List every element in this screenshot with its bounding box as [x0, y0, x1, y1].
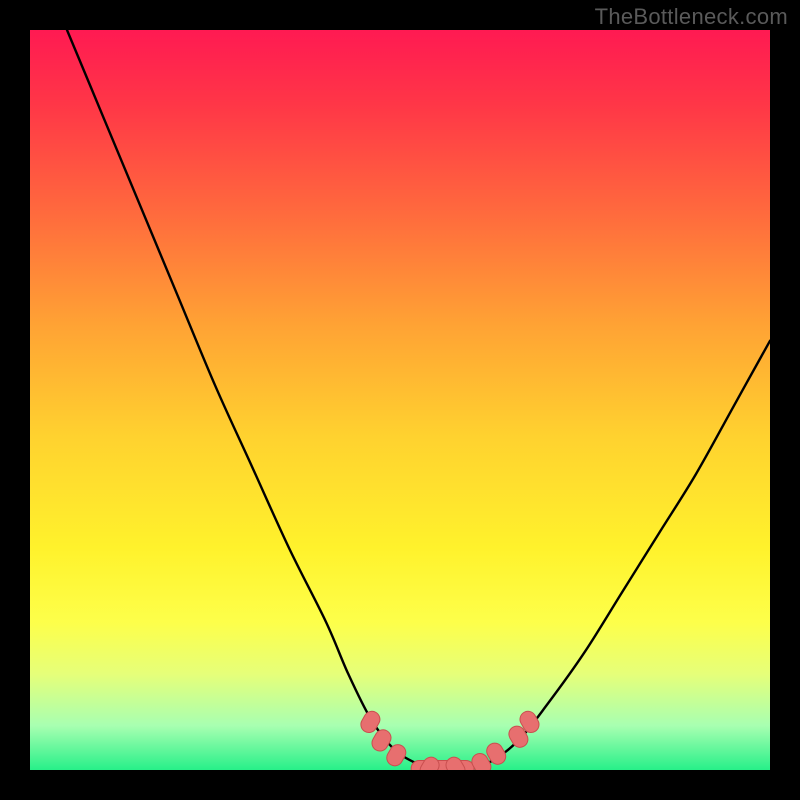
watermark-text: TheBottleneck.com [595, 4, 788, 30]
bottleneck-curve-path [67, 30, 770, 770]
curve-markers [358, 708, 542, 770]
plot-area [30, 30, 770, 770]
chart-frame: TheBottleneck.com [0, 0, 800, 800]
bottleneck-curve-svg [30, 30, 770, 770]
